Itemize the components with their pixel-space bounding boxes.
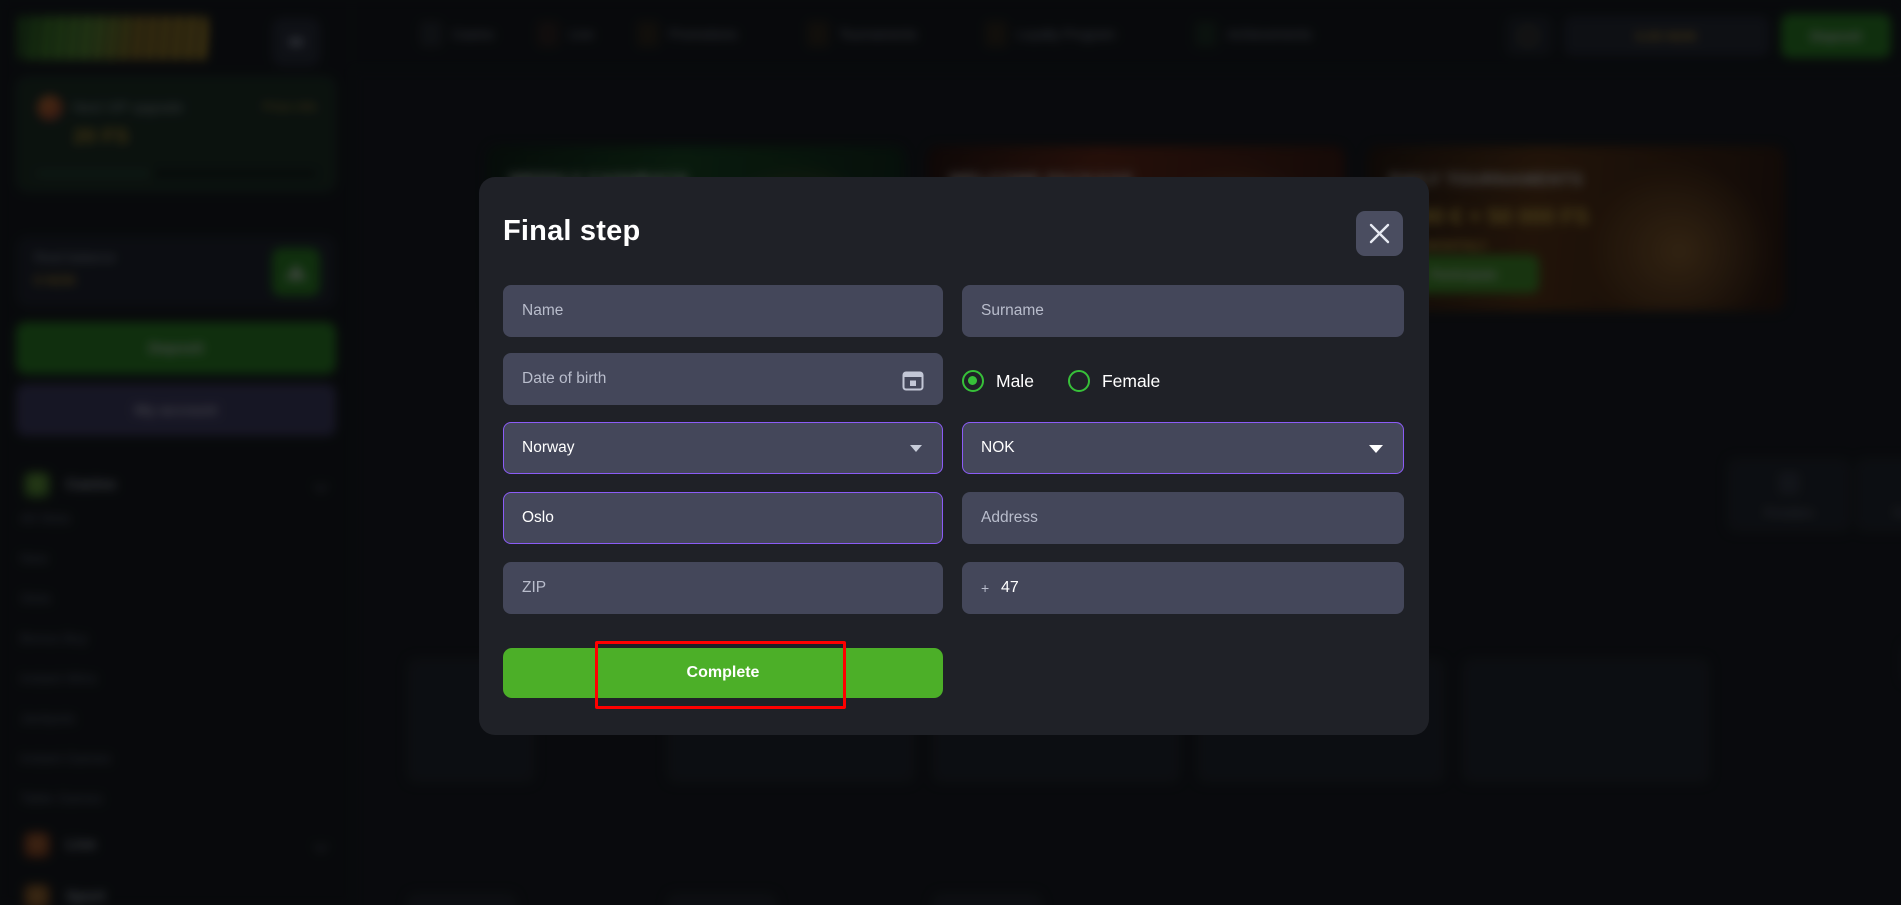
close-button[interactable] xyxy=(1356,211,1403,256)
complete-button-label: Complete xyxy=(686,664,760,681)
currency-select-value: NOK xyxy=(981,439,1015,456)
complete-button[interactable]: Complete xyxy=(503,648,943,698)
chevron-down-icon xyxy=(910,445,922,452)
city-input[interactable]: Oslo xyxy=(503,492,943,544)
date-of-birth-input[interactable]: Date of birth xyxy=(503,353,943,405)
currency-select[interactable]: NOK xyxy=(962,422,1404,474)
phone-prefix: + xyxy=(981,580,990,596)
name-input[interactable]: Name xyxy=(503,285,943,337)
gender-option-female-label: Female xyxy=(1101,370,1161,391)
chevron-down-icon xyxy=(1369,445,1383,453)
calendar-icon[interactable] xyxy=(902,369,924,391)
gender-option-male[interactable]: Male xyxy=(962,370,1034,392)
surname-input[interactable]: Surname xyxy=(962,285,1404,337)
name-input-placeholder: Name xyxy=(522,302,564,319)
city-input-value: Oslo xyxy=(522,509,554,526)
modal-title: Final step xyxy=(503,215,641,247)
gender-option-male-label: Male xyxy=(996,370,1034,391)
surname-input-placeholder: Surname xyxy=(981,302,1044,319)
address-input[interactable]: Address xyxy=(962,492,1404,544)
radio-selected-icon xyxy=(962,370,984,392)
zip-input-placeholder: ZIP xyxy=(522,579,547,596)
address-input-placeholder: Address xyxy=(981,509,1038,526)
zip-input[interactable]: ZIP xyxy=(503,562,943,614)
screen: Next VIP upgrade Prize info 20 FS Real b… xyxy=(0,0,1901,905)
close-icon xyxy=(1369,223,1390,244)
phone-input[interactable]: + 47 xyxy=(962,562,1404,614)
country-select-value: Norway xyxy=(522,439,575,456)
country-select[interactable]: Norway xyxy=(503,422,943,474)
date-of-birth-placeholder: Date of birth xyxy=(522,370,607,387)
gender-option-female[interactable]: Female xyxy=(1067,370,1161,392)
gender-radio-group: Male Female xyxy=(962,368,1160,394)
radio-unselected-icon xyxy=(1067,370,1090,392)
phone-country-code: 47 xyxy=(1001,579,1019,596)
